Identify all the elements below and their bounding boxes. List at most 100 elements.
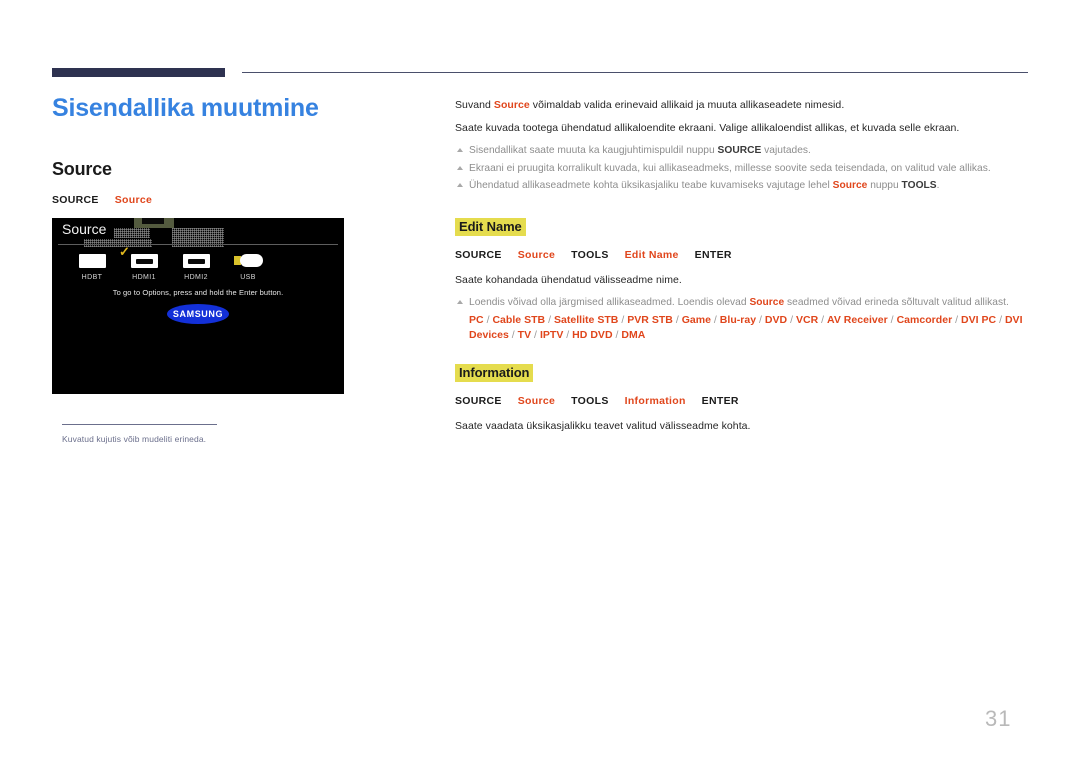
device-separator: / [787,314,796,327]
device-name: Satellite STB [553,314,619,327]
intro-paragraph-1: Suvand Source võimaldab valida erinevaid… [455,98,1028,112]
bullet-item: Ühendatud allikaseadmete kohta üksikasja… [455,179,1028,193]
bullet-marker-icon [457,183,463,188]
osd-source-label: HDBT [81,273,103,281]
osd-source-item-hdbt[interactable]: HDBT [66,252,118,281]
bullet-text-run: Ekraani ei pruugita korralikult kuvada, … [469,162,991,174]
information-heading: Information [455,364,534,383]
header-rule-thick [52,68,225,77]
figure-caption: Kuvatud kujutis võib mudeliti erineda. [62,424,362,444]
hdmi-connector-icon [118,252,170,270]
intro-paragraph-2: Saate kuvada tootega ühendatud allikaloe… [455,122,960,135]
device-separator: / [563,328,573,341]
caption-text: Kuvatud kujutis võib mudeliti erineda. [62,434,207,444]
osd-tab-notch [142,217,164,224]
bullet-item: Loendis võivad olla järgmised allikasead… [455,296,1028,310]
usb-connector-icon [222,252,274,270]
information-section: Information SOURCE Source TOOLS Information… [455,364,1028,433]
samsung-logo-text: SAMSUNG [172,308,224,319]
menu-path-step: SOURCE [455,395,502,408]
bullet-text-run: Ühendatud allikaseadmete kohta üksikasja… [469,180,833,192]
osd-source-item-hdmi1[interactable]: HDMI1 [118,252,170,281]
intro-p1-before: Suvand [455,99,494,111]
page-title: Sisendallika muutmine [52,94,319,122]
osd-title: Source [62,220,107,237]
edit-name-body: Saate kohandada ühendatud välisseadme ni… [455,273,682,286]
bullet-text-run: Loendis võivad olla järgmised allikasead… [469,296,750,308]
menu-path-step: Source [517,248,556,261]
information-body: Saate vaadata üksikasjalikku teavet vali… [455,420,751,433]
device-separator: / [710,314,720,327]
blurred-text-block [84,238,152,247]
bullet-item: Sisendallikat saate muuta ka kaugjuhtimi… [455,144,1028,158]
osd-source-list: HDBT HDMI1 HDMI2 USB [66,252,276,281]
device-name: AV Receiver [827,314,888,327]
osd-source-item-hdmi2[interactable]: HDMI2 [170,252,222,281]
path-source-menu: Source [114,193,153,206]
device-separator: / [818,314,828,327]
menu-path-step: Source [517,395,556,408]
section-heading: Source [52,158,112,179]
menu-path-step: Edit Name [624,248,679,261]
bullet-text-run: vajutades. [761,145,811,157]
caption-rule [62,424,217,425]
menu-path-step: ENTER [694,248,732,261]
menu-path-edit-name: SOURCE Source TOOLS Edit Name ENTER [455,249,1028,261]
menu-path-information: SOURCE Source TOOLS Information ENTER [455,395,1028,407]
device-name: Cable STB [492,314,546,327]
device-separator: / [996,314,1005,327]
osd-source-label: HDMI1 [132,273,156,281]
device-name: Game [681,314,711,327]
hdmi-connector-icon [170,252,222,270]
device-separator: / [618,314,628,327]
menu-path-step: ENTER [701,395,739,408]
menu-path-step: SOURCE [455,248,502,261]
device-name: PC [469,314,484,327]
header-rule-thin [242,72,1028,73]
device-name: Blu-ray [719,314,757,327]
samsung-logo: SAMSUNG [167,303,229,324]
bullet-marker-icon [457,299,463,304]
tv-osd-screenshot: Source ✓ HDBT HDMI1 HDMI2 USB To go to O… [52,217,344,394]
device-name: DVD [764,314,788,327]
osd-divider [58,243,338,245]
device-separator: / [756,314,765,327]
device-name: DVI PC [961,314,997,327]
osd-hint-text: To go to Options, press and hold the Ent… [112,287,284,297]
hdbt-connector-icon [66,252,118,270]
osd-source-item-usb[interactable]: USB [222,252,274,281]
device-separator: / [672,314,682,327]
edit-name-heading: Edit Name [455,217,526,236]
menu-path-step: TOOLS [571,395,609,408]
device-separator: / [531,328,540,341]
device-name: VCR [795,314,819,327]
edit-name-device-list: PC / Cable STB / Satellite STB / PVR STB… [469,313,1028,342]
bullet-text-run: SOURCE [717,145,762,157]
device-separator: / [887,314,897,327]
osd-source-label: HDMI2 [184,273,208,281]
device-name: TV [517,328,532,341]
device-name: PVR STB [627,314,673,327]
bullet-text-run: TOOLS [901,180,937,192]
device-separator: / [508,328,518,341]
blurred-text-block [114,227,150,238]
bullet-text-run: nuppu [867,180,902,192]
left-column: Sisendallika muutmine Source SOURCE Sourc… [52,94,432,394]
bullet-text-run: . [936,180,940,192]
device-name: IPTV [539,328,564,341]
bullet-text-run: Source [832,180,868,192]
bullet-text-run: seadmed võivad erineda sõltuvalt valitud… [784,296,1009,308]
menu-path-step: TOOLS [571,248,609,261]
header-rule [52,68,1028,78]
bullet-marker-icon [457,165,463,170]
bullet-marker-icon [457,148,463,153]
page-number: 31 [985,706,1012,731]
device-name: Camcorder [896,314,953,327]
device-name: HD DVD [572,328,613,341]
device-separator: / [952,314,961,327]
right-column: Suvand Source võimaldab valida erinevaid… [455,98,1028,443]
intro-bullet-list: Sisendallikat saate muuta ka kaugjuhtimi… [455,144,1028,193]
path-source-key: SOURCE [52,193,99,206]
intro-p1-after: võimaldab valida erinevaid allikaid ja m… [529,99,845,111]
menu-path-source: SOURCE Source [52,194,432,206]
